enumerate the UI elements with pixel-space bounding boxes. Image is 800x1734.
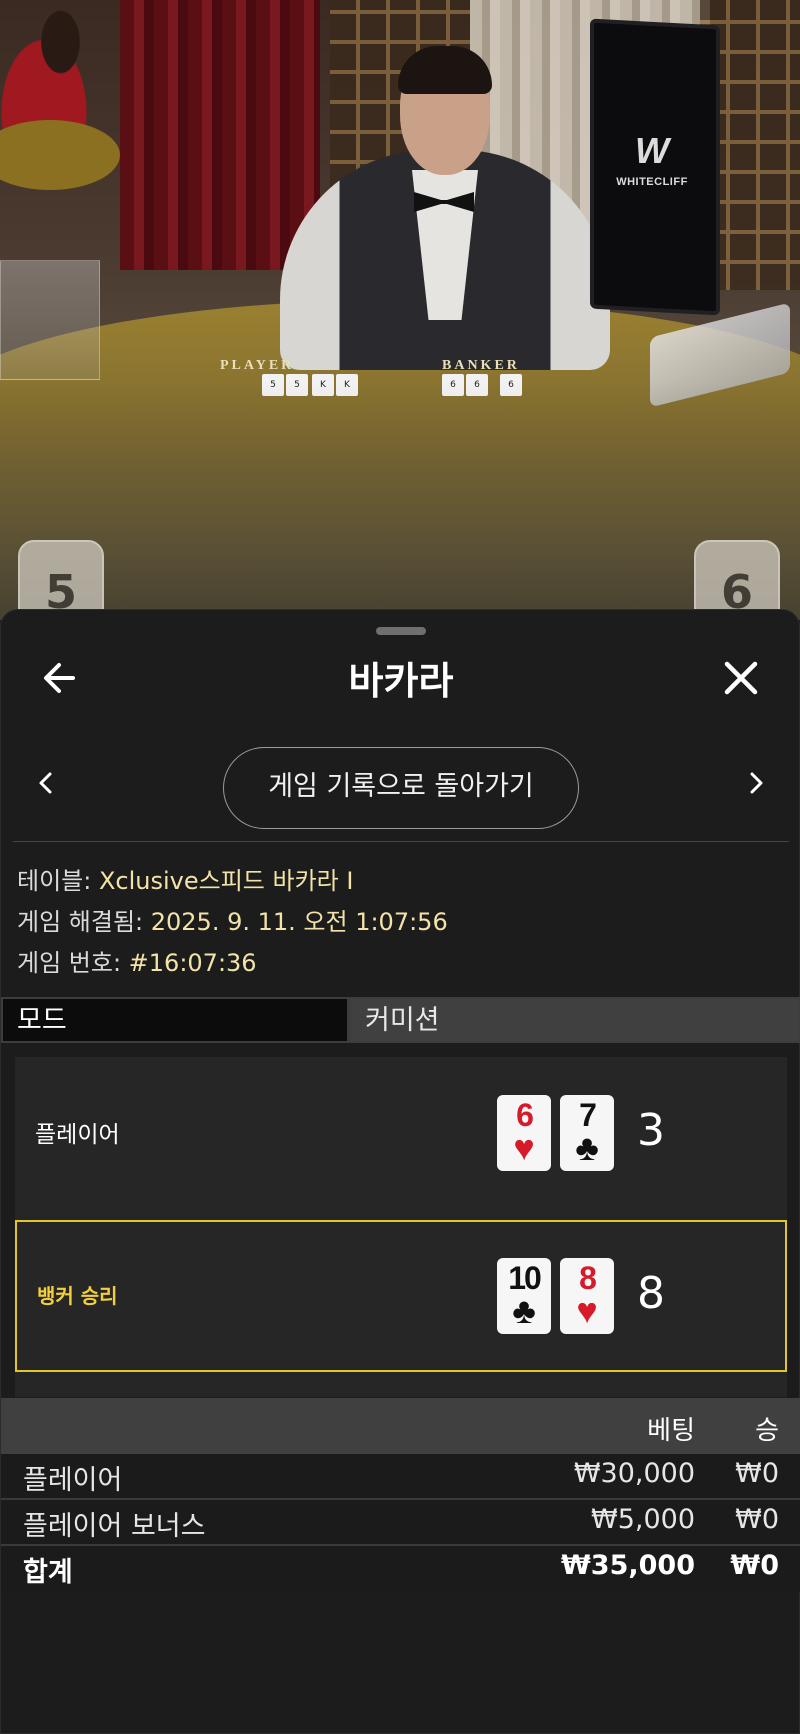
win-amount: ₩0 (735, 1458, 779, 1489)
round-result: 플레이어 6 ♥ 7 ♣ 3 뱅커 승리 10 ♣ 8 ♥ 8 (15, 1057, 787, 1397)
club-icon: ♣ (512, 1290, 536, 1331)
total-bet-amount: ₩35,000 (561, 1550, 695, 1581)
info-resolved-label: 게임 해결됨: (17, 908, 151, 936)
info-number-label: 게임 번호: (17, 949, 129, 977)
total-label: 합계 (23, 1557, 73, 1588)
chevron-right-icon (750, 772, 763, 794)
heart-icon: ♥ (576, 1290, 598, 1331)
bet-name: 플레이어 (23, 1465, 123, 1496)
playing-card: 10 ♣ (497, 1258, 551, 1334)
previous-game-button[interactable] (31, 768, 61, 798)
table-row: 플레이어 보너스 ₩5,000 ₩0 (1, 1500, 800, 1546)
column-header-bet: 베팅 (647, 1416, 695, 1446)
banker-score-tile: 6 (694, 540, 780, 620)
game-history-sheet: 바카라 게임 기록으로 돌아가기 테이블: Xclusive스피드 바카라 I … (0, 609, 800, 1734)
player-hand-score: 3 (637, 1105, 665, 1156)
playing-card: 7 ♣ (560, 1095, 614, 1171)
banker-hand-score: 8 (637, 1268, 665, 1319)
bet-amount: ₩5,000 (591, 1504, 695, 1535)
column-header-win: 승 (755, 1416, 779, 1446)
live-video-feed: W WHITECLIFF PLAYER BANKER 5 5 K K 6 6 6… (0, 0, 800, 620)
player-hand-label: 플레이어 (35, 1122, 120, 1148)
chevron-left-icon (39, 772, 52, 794)
info-game-number: 게임 번호: #16:07:36 (17, 943, 257, 978)
info-table-label: 테이블: (17, 867, 99, 895)
playing-card: 8 ♥ (560, 1258, 614, 1334)
close-icon (724, 661, 758, 695)
info-number-value: #16:07:36 (128, 949, 257, 977)
monitor-logo: W WHITECLIFF (616, 130, 688, 188)
total-row: 합계 ₩35,000 ₩0 (1, 1546, 800, 1592)
info-resolved-value: 2025. 9. 11. 오전 1:07:56 (150, 908, 448, 936)
banker-hand-label: 뱅커 승리 (37, 1284, 118, 1308)
felt-player-label: PLAYER (220, 358, 295, 373)
bet-amount: ₩30,000 (573, 1458, 695, 1489)
back-to-history-button[interactable]: 게임 기록으로 돌아가기 (223, 747, 579, 829)
tab-mode[interactable]: 모드 (1, 997, 349, 1043)
discard-holder (0, 260, 100, 380)
info-table-value: Xclusive스피드 바카라 I (98, 867, 354, 895)
player-hand: 플레이어 6 ♥ 7 ♣ 3 (15, 1057, 787, 1209)
heart-icon: ♥ (513, 1127, 535, 1168)
divider (13, 841, 789, 842)
red-curtain (120, 0, 320, 270)
video-fade (0, 380, 800, 620)
bet-name: 플레이어 보너스 (23, 1511, 206, 1542)
close-button[interactable] (717, 654, 765, 702)
player-score-tile: 5 (18, 540, 104, 620)
next-game-button[interactable] (741, 768, 771, 798)
page-title: 바카라 (348, 659, 454, 703)
info-resolved: 게임 해결됨: 2025. 9. 11. 오전 1:07:56 (17, 902, 448, 937)
felt-banker-label: BANKER (442, 358, 520, 373)
info-table: 테이블: Xclusive스피드 바카라 I (17, 861, 353, 896)
tab-bar: 모드 커미션 (1, 997, 800, 1043)
bets-table-header: 베팅 승 (1, 1398, 800, 1454)
monitor-brand-text: WHITECLIFF (616, 176, 688, 188)
tab-commission[interactable]: 커미션 (349, 997, 800, 1043)
club-icon: ♣ (575, 1127, 599, 1168)
sheet-grabber[interactable] (376, 627, 426, 635)
background-person (0, 0, 110, 140)
playing-card: 6 ♥ (497, 1095, 551, 1171)
total-win-amount: ₩0 (730, 1550, 779, 1581)
table-row: 플레이어 ₩30,000 ₩0 (1, 1454, 800, 1500)
banker-hand: 뱅커 승리 10 ♣ 8 ♥ 8 (15, 1220, 787, 1372)
win-amount: ₩0 (735, 1504, 779, 1535)
